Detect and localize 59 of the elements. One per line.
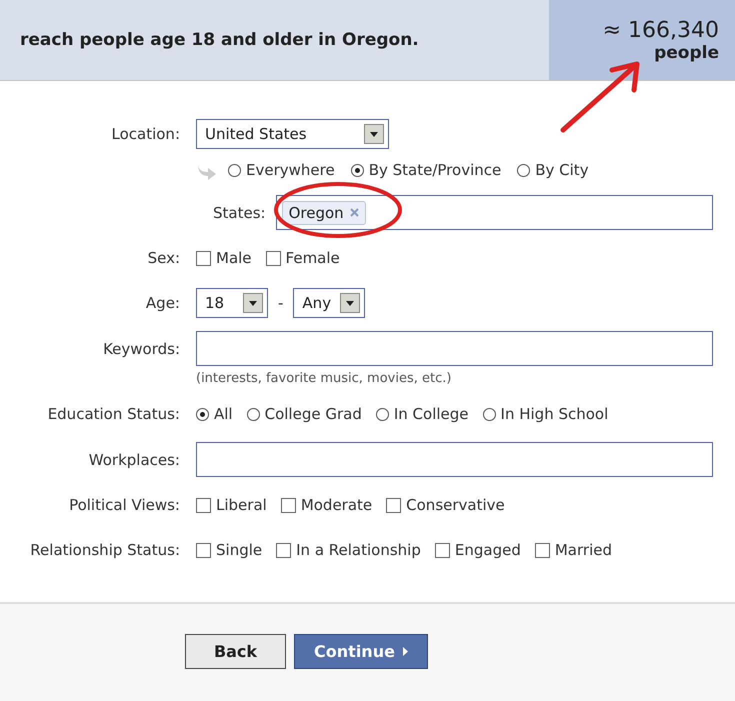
radio-button[interactable] bbox=[228, 164, 241, 176]
checkbox[interactable] bbox=[434, 542, 450, 558]
option-label: Liberal bbox=[216, 496, 267, 514]
field-label: Age: bbox=[144, 294, 180, 312]
option-label: By City bbox=[535, 161, 589, 179]
option-label: Male bbox=[216, 249, 252, 267]
option-label: Married bbox=[554, 541, 612, 559]
option-label: Conservative bbox=[406, 496, 505, 514]
audience-count: ≈ 166,340 bbox=[602, 18, 719, 42]
audience-summary: reach people age 18 and older in Oregon. bbox=[0, 0, 549, 80]
caret-icon bbox=[402, 647, 408, 656]
range-separator: - bbox=[278, 294, 284, 312]
radio-button[interactable] bbox=[246, 408, 260, 420]
option-label: In College bbox=[394, 405, 469, 423]
option-label: In High School bbox=[500, 405, 608, 423]
caret-icon bbox=[370, 132, 378, 136]
text-input-field[interactable] bbox=[196, 442, 713, 477]
count-unit: people bbox=[654, 42, 719, 62]
text-input-field[interactable] bbox=[196, 331, 713, 366]
option-label: Moderate bbox=[300, 496, 372, 514]
option-label: College Grad bbox=[264, 405, 362, 423]
checkbox[interactable] bbox=[276, 542, 292, 558]
field-label: Workplaces: bbox=[88, 450, 180, 468]
option-label: In a Relationship bbox=[296, 541, 421, 559]
caret-icon bbox=[249, 300, 257, 306]
back-button[interactable]: Back bbox=[185, 634, 286, 669]
field-label: Political Views: bbox=[68, 496, 180, 514]
dropdown[interactable]: United States bbox=[196, 119, 389, 149]
caret-icon bbox=[346, 300, 354, 306]
option-label: Single bbox=[216, 541, 262, 559]
radio-button[interactable] bbox=[517, 164, 530, 176]
option-label: Everywhere bbox=[246, 161, 335, 179]
dropdown[interactable]: 18 bbox=[196, 288, 268, 318]
option-label: All bbox=[214, 405, 233, 423]
option-label: Engaged bbox=[454, 541, 521, 559]
continue-button[interactable]: Continue bbox=[294, 634, 428, 669]
radio-button[interactable] bbox=[350, 164, 364, 176]
token-input-field[interactable]: Oregon bbox=[276, 195, 713, 230]
radio-button[interactable] bbox=[482, 408, 496, 420]
field-label: Sex: bbox=[146, 249, 180, 267]
checkbox[interactable] bbox=[266, 250, 281, 266]
checkbox[interactable] bbox=[196, 250, 211, 266]
option-label: Female bbox=[286, 249, 340, 267]
hint-text: (interests, favorite music, movies, etc.) bbox=[196, 371, 452, 386]
field-label: Education Status: bbox=[46, 405, 180, 423]
dropdown[interactable]: Any bbox=[293, 288, 366, 318]
radio-button[interactable] bbox=[196, 408, 209, 420]
option-label: By State/Province bbox=[368, 161, 502, 179]
checkbox[interactable] bbox=[280, 498, 296, 512]
radio-button[interactable] bbox=[376, 408, 389, 420]
field-label: Keywords: bbox=[102, 340, 180, 358]
field-label: Relationship Status: bbox=[29, 541, 180, 559]
checkbox[interactable] bbox=[534, 542, 550, 558]
checkbox[interactable] bbox=[386, 498, 402, 512]
field-label: States: bbox=[213, 204, 266, 222]
checkbox[interactable] bbox=[196, 498, 211, 512]
token: Oregon bbox=[282, 200, 366, 224]
checkbox[interactable] bbox=[196, 542, 211, 558]
field-label: Location: bbox=[110, 125, 180, 143]
